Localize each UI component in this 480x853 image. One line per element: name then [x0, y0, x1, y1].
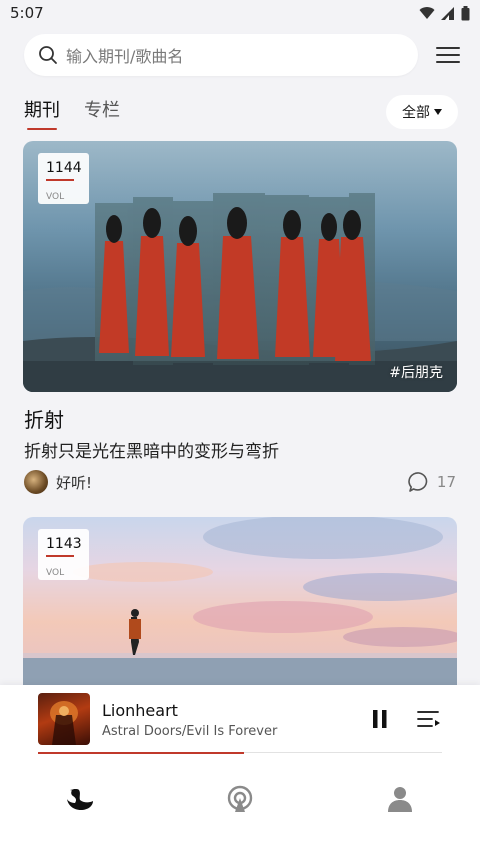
radio-podcast-icon [227, 785, 253, 812]
comment-count: 17 [436, 473, 456, 491]
nav-radio[interactable] [224, 783, 256, 815]
tab-periodicals[interactable]: 期刊 [24, 96, 60, 130]
vol-divider [46, 179, 74, 182]
album-cover [50, 701, 78, 745]
card-cover-image[interactable]: 1143 VOL [23, 517, 457, 692]
card-title[interactable]: 折射 [24, 404, 64, 433]
vol-label: VOL [46, 192, 65, 203]
status-icons [419, 5, 470, 21]
track-artist: Astral Doors/Evil Is Forever [102, 724, 278, 739]
genre-tag[interactable]: #后朋克 [389, 362, 443, 382]
card-subtitle: 折射只是光在黑暗中的变形与弯折 [24, 442, 279, 462]
vol-divider [46, 555, 74, 558]
hamburger-menu-icon [436, 47, 460, 63]
pause-icon [373, 710, 387, 728]
card-cover-image[interactable]: 1144 VOL #后朋克 [23, 141, 457, 392]
search-row: 输入期刊/歌曲名 [24, 34, 460, 76]
author-name[interactable]: 好听! [56, 472, 92, 493]
album-art[interactable] [38, 693, 90, 745]
vol-label: VOL [46, 568, 65, 579]
status-time: 5:07 [10, 4, 44, 22]
vol-badge: 1143 VOL [38, 529, 89, 580]
avatar[interactable] [24, 470, 48, 494]
wifi-icon [419, 6, 435, 19]
swan-logo-icon [67, 789, 93, 810]
person-icon [388, 787, 412, 812]
comment-button[interactable]: 17 [408, 471, 456, 493]
playlist-button[interactable] [416, 708, 442, 730]
caret-down-icon [434, 109, 442, 115]
playlist-icon [417, 711, 440, 727]
card-meta: 好听! 17 [24, 468, 456, 496]
menu-button[interactable] [426, 38, 460, 72]
filter-label: 全部 [402, 105, 430, 121]
tab-columns[interactable]: 专栏 [84, 96, 120, 128]
vol-number: 1143 [46, 536, 82, 552]
search-icon [39, 46, 57, 64]
vol-number: 1144 [46, 160, 82, 176]
comment-bubble-icon [408, 472, 428, 492]
track-title[interactable]: Lionheart [102, 701, 178, 720]
tabs-row: 期刊 专栏 全部 [24, 92, 458, 132]
vol-badge: 1144 VOL [38, 153, 89, 204]
signal-icon [441, 6, 454, 20]
mini-player[interactable]: Lionheart Astral Doors/Evil Is Forever [0, 685, 480, 853]
status-bar: 5:07 [0, 0, 480, 26]
nav-profile[interactable] [384, 783, 416, 815]
pause-button[interactable] [370, 708, 390, 730]
bottom-nav [0, 753, 480, 853]
battery-icon [461, 5, 470, 20]
search-placeholder: 输入期刊/歌曲名 [66, 47, 184, 66]
search-input[interactable]: 输入期刊/歌曲名 [24, 34, 418, 76]
nav-home[interactable] [64, 783, 96, 815]
filter-dropdown[interactable]: 全部 [386, 95, 458, 129]
